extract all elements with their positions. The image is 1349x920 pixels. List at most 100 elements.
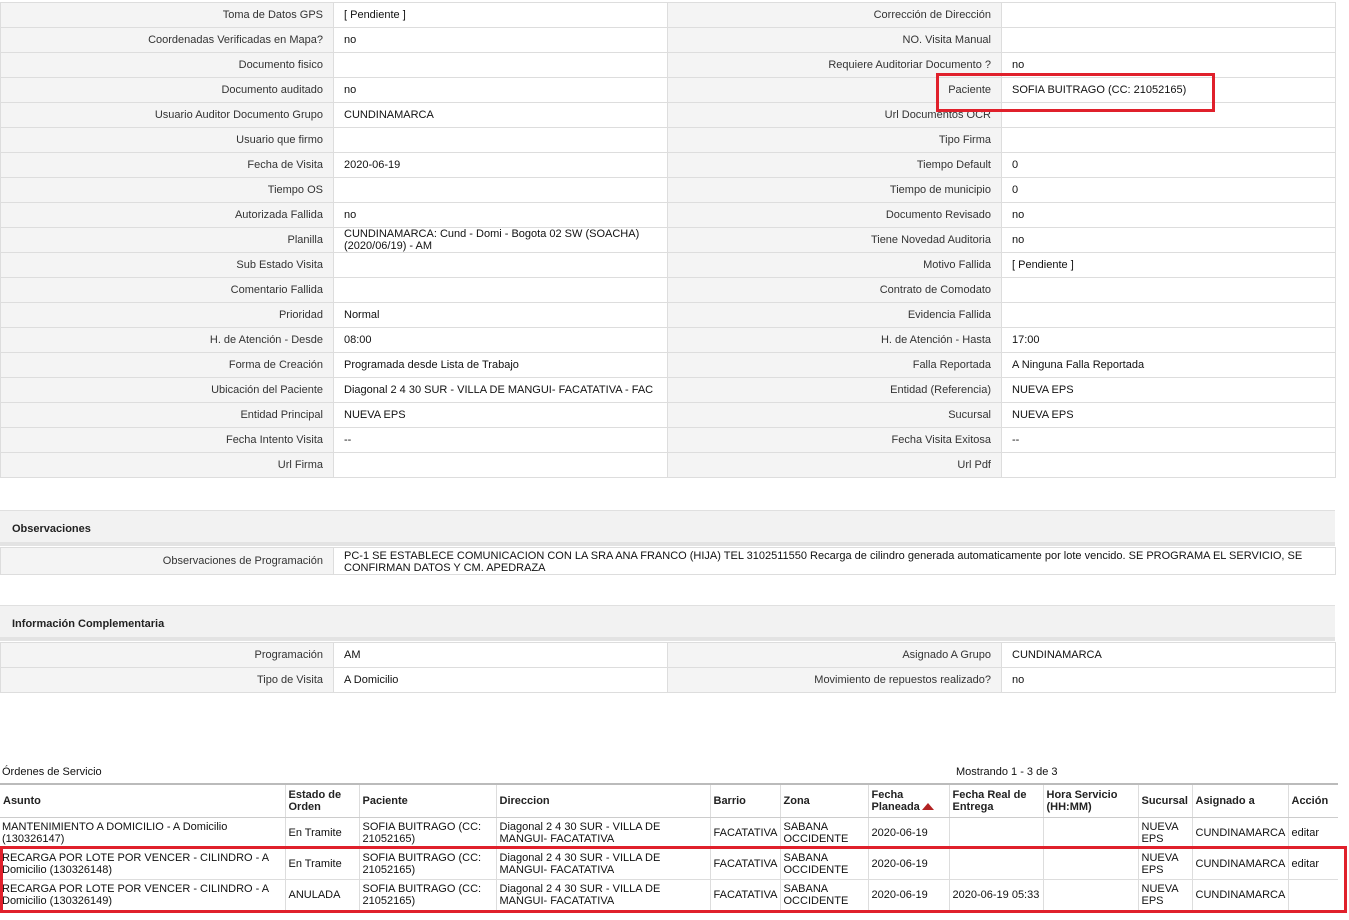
planilla-label: Planilla <box>0 227 334 253</box>
col-header-fecha-planeada[interactable]: Fecha Planeada <box>867 783 949 818</box>
programacion-label: Programación <box>0 642 334 668</box>
detail-row: Usuario Auditor Documento Grupo CUNDINAMA… <box>0 102 1336 128</box>
order-cell-zona: SABANA OCCIDENTE <box>779 879 868 911</box>
tiempo-os-label: Tiempo OS <box>0 177 334 203</box>
order-row[interactable]: MANTENIMIENTO A DOMICILIO - A Domicilio … <box>0 817 1338 849</box>
autorizada-fallida-value: no <box>333 202 668 228</box>
paciente-label: Paciente <box>667 77 1002 103</box>
order-cell-asignado: CUNDINAMARCA <box>1191 848 1288 880</box>
fecha-de-visita-value: 2020-06-19 <box>333 152 668 178</box>
correccion-de-direccion-value <box>1001 2 1336 28</box>
orders-table: Asunto Estado de Orden Paciente Direccio… <box>0 783 1338 911</box>
detail-row: Coordenadas Verificadas en Mapa? no NO. V… <box>0 27 1336 53</box>
order-cell-zona: SABANA OCCIDENTE <box>779 817 868 849</box>
col-header-paciente[interactable]: Paciente <box>358 783 496 818</box>
url-pdf-value <box>1001 452 1336 478</box>
asignado-a-grupo-value: CUNDINAMARCA <box>1001 642 1336 668</box>
falla-reportada-value: A Ninguna Falla Reportada <box>1001 352 1336 378</box>
order-cell-paciente: SOFIA BUITRAGO (CC: 21052165) <box>358 848 496 880</box>
detail-row: Url Firma Url Pdf <box>0 452 1336 478</box>
sucursal-label: Sucursal <box>667 402 1002 428</box>
col-header-asunto[interactable]: Asunto <box>0 783 285 818</box>
detail-row: Toma de Datos GPS[ Pendiente ] Corrección… <box>0 2 1336 28</box>
order-row[interactable]: RECARGA POR LOTE POR VENCER - CILINDRO -… <box>0 848 1338 880</box>
col-header-barrio[interactable]: Barrio <box>709 783 780 818</box>
motivo-fallida-value: [ Pendiente ] <box>1001 252 1336 278</box>
order-cell-direccion: Diagonal 2 4 30 SUR - VILLA DE MANGUI- F… <box>495 817 710 849</box>
order-cell-fecha-real: 2020-06-19 05:33 <box>948 879 1043 911</box>
order-cell-sucursal: NUEVA EPS <box>1137 817 1192 849</box>
detail-row: Ubicación del Paciente Diagonal 2 4 30 SU… <box>0 377 1336 403</box>
order-cell-asignado: CUNDINAMARCA <box>1191 879 1288 911</box>
fecha-intento-visita-value: -- <box>333 427 668 453</box>
observaciones-row: Observaciones de Programación PC-1 SE ES… <box>0 547 1336 575</box>
detail-row: Documento auditado no Paciente SOFIA BUITR… <box>0 77 1336 103</box>
detail-row: Sub Estado Visita Motivo Fallida[ Pendien… <box>0 252 1336 278</box>
detail-row: Fecha de Visita 2020-06-19 Tiempo Default… <box>0 152 1336 178</box>
col-header-fecha-planeada-label: Fecha Planeada <box>871 788 920 813</box>
detail-row: Entidad Principal NUEVA EPS Sucursal NUEVA … <box>0 402 1336 428</box>
order-cell-asunto: RECARGA POR LOTE POR VENCER - CILINDRO -… <box>0 848 285 880</box>
order-cell-estado: En Tramite <box>284 817 359 849</box>
h-de-atencion-hasta-label: H. de Atención - Hasta <box>667 327 1002 353</box>
order-cell-barrio: FACATATIVA <box>709 848 780 880</box>
orders-header-row: Asunto Estado de Orden Paciente Direccio… <box>0 783 1338 818</box>
tiene-novedad-auditoria-label: Tiene Novedad Auditoria <box>667 227 1002 253</box>
movimiento-de-repuestos-realizado-value: no <box>1001 667 1336 693</box>
requiere-auditoriar-documento-label: Requiere Auditoriar Documento ? <box>667 52 1002 78</box>
col-header-zona[interactable]: Zona <box>779 783 868 818</box>
col-header-sucursal[interactable]: Sucursal <box>1137 783 1192 818</box>
detail-row: Documento fisico Requiere Auditoriar Docu… <box>0 52 1336 78</box>
toma-de-datos-gps-label: Toma de Datos GPS <box>0 2 334 28</box>
sub-estado-visita-label: Sub Estado Visita <box>0 252 334 278</box>
detail-row: Comentario Fallida Contrato de Comodato <box>0 277 1336 303</box>
order-cell-fecha-planeada: 2020-06-19 <box>867 817 949 849</box>
comentario-fallida-value <box>333 277 668 303</box>
usuario-que-firmo-value <box>333 127 668 153</box>
entidad-principal-value: NUEVA EPS <box>333 402 668 428</box>
evidencia-fallida-value <box>1001 302 1336 328</box>
col-header-estado[interactable]: Estado de Orden <box>284 783 359 818</box>
documento-auditado-label: Documento auditado <box>0 77 334 103</box>
order-cell-paciente: SOFIA BUITRAGO (CC: 21052165) <box>358 879 496 911</box>
documento-revisado-value: no <box>1001 202 1336 228</box>
order-cell-direccion: Diagonal 2 4 30 SUR - VILLA DE MANGUI- F… <box>495 848 710 880</box>
prioridad-label: Prioridad <box>0 302 334 328</box>
col-header-asignado[interactable]: Asignado a <box>1191 783 1288 818</box>
planilla-value: CUNDINAMARCA: Cund - Domi - Bogota 02 SW… <box>333 227 668 253</box>
usuario-auditor-documento-grupo-value: CUNDINAMARCA <box>333 102 668 128</box>
entidad-principal-label: Entidad Principal <box>0 402 334 428</box>
fecha-visita-exitosa-label: Fecha Visita Exitosa <box>667 427 1002 453</box>
tiempo-de-municipio-label: Tiempo de municipio <box>667 177 1002 203</box>
documento-fisico-label: Documento fisico <box>0 52 334 78</box>
order-cell-asunto: RECARGA POR LOTE POR VENCER - CILINDRO -… <box>0 879 285 911</box>
fecha-de-visita-label: Fecha de Visita <box>0 152 334 178</box>
detail-row: Planilla CUNDINAMARCA: Cund - Domi - Bogo… <box>0 227 1336 253</box>
order-row[interactable]: RECARGA POR LOTE POR VENCER - CILINDRO -… <box>0 879 1338 911</box>
col-header-hora[interactable]: Hora Servicio (HH:MM) <box>1042 783 1138 818</box>
detail-row: Autorizada Fallida no Documento Revisado … <box>0 202 1336 228</box>
sucursal-value: NUEVA EPS <box>1001 402 1336 428</box>
detail-row: Forma de Creación Programada desde Lista … <box>0 352 1336 378</box>
entidad-referencia-label: Entidad (Referencia) <box>667 377 1002 403</box>
order-cell-hora <box>1042 879 1138 911</box>
contrato-de-comodato-label: Contrato de Comodato <box>667 277 1002 303</box>
edit-order-link[interactable]: editar <box>1292 827 1320 839</box>
tipo-de-visita-value: A Domicilio <box>333 667 668 693</box>
orders-count: Mostrando 1 - 3 de 3 <box>956 766 1058 778</box>
falla-reportada-label: Falla Reportada <box>667 352 1002 378</box>
observaciones-section-header: Observaciones <box>0 510 1335 546</box>
sort-ascending-icon <box>921 803 934 811</box>
order-cell-fecha-real <box>948 817 1043 849</box>
complementaria-row: Tipo de Visita A Domicilio Movimiento de r… <box>0 667 1336 693</box>
complementaria-table: Programación AM Asignado A Grupo CUNDINAMAR… <box>0 642 1336 693</box>
requiere-auditoriar-documento-value: no <box>1001 52 1336 78</box>
edit-order-link[interactable]: editar <box>1292 858 1320 870</box>
sub-estado-visita-value <box>333 252 668 278</box>
paciente-value: SOFIA BUITRAGO (CC: 21052165) <box>1001 77 1336 103</box>
col-header-direccion[interactable]: Direccion <box>495 783 710 818</box>
order-cell-zona: SABANA OCCIDENTE <box>779 848 868 880</box>
col-header-fecha-real[interactable]: Fecha Real de Entrega <box>948 783 1043 818</box>
order-cell-accion: editar <box>1287 817 1338 849</box>
order-cell-hora <box>1042 848 1138 880</box>
